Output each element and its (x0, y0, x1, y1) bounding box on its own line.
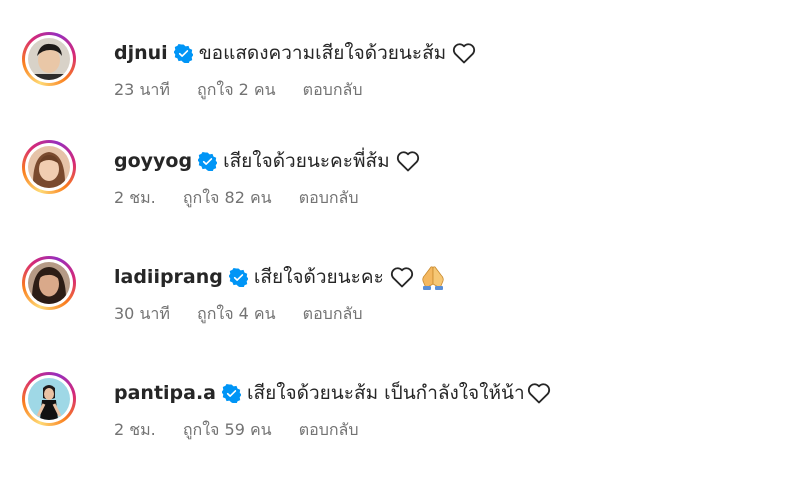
reply-button[interactable]: ตอบกลับ (303, 304, 363, 323)
comment-meta: 2 ชม. ถูกใจ 59 คน ตอบกลับ (114, 418, 381, 443)
comment-body: ladiiprang เสียใจด้วยนะคะ (114, 264, 446, 290)
comment-text: เสียใจด้วยนะคะ (253, 266, 384, 288)
comment-body: goyyog เสียใจด้วยนะคะพี่ส้ม (114, 148, 420, 174)
heart-outline-icon (390, 266, 414, 288)
avatar[interactable] (22, 256, 76, 310)
folded-hands-emoji-icon (420, 264, 446, 290)
heart-outline-icon (452, 42, 476, 64)
comment-body: pantipa.a เสียใจด้วยนะส้ม เป็นกำลังใจให้… (114, 380, 551, 406)
heart-outline-icon (396, 150, 420, 172)
reply-button[interactable]: ตอบกลับ (303, 80, 363, 99)
username-link[interactable]: djnui (114, 42, 168, 64)
comment-item: ladiiprang เสียใจด้วยนะคะ 30 นาที ถูกใจ … (22, 256, 782, 336)
username-link[interactable]: goyyog (114, 150, 192, 172)
comment-time: 30 นาที (114, 304, 170, 323)
verified-badge-icon (197, 151, 218, 172)
comment-body: djnui ขอแสดงความเสียใจด้วยนะส้ม (114, 40, 476, 66)
verified-badge-icon (173, 43, 194, 64)
comment-time: 2 ชม. (114, 188, 156, 207)
comment-item: djnui ขอแสดงความเสียใจด้วยนะส้ม 23 นาที … (22, 32, 782, 112)
comment-time: 23 นาที (114, 80, 170, 99)
comment-item: pantipa.a เสียใจด้วยนะส้ม เป็นกำลังใจให้… (22, 372, 782, 452)
likes-count-link[interactable]: ถูกใจ 59 คน (183, 420, 272, 439)
username-link[interactable]: ladiiprang (114, 266, 223, 288)
username-link[interactable]: pantipa.a (114, 382, 216, 404)
comment-text: ขอแสดงความเสียใจด้วยนะส้ม (198, 42, 447, 64)
heart-outline-icon (527, 382, 551, 404)
reply-button[interactable]: ตอบกลับ (299, 188, 359, 207)
comment-text: เสียใจด้วยนะส้ม เป็นกำลังใจให้น้า (247, 382, 525, 404)
comment-text: เสียใจด้วยนะคะพี่ส้ม (223, 150, 390, 172)
avatar[interactable] (22, 140, 76, 194)
comment-meta: 30 นาที ถูกใจ 4 คน ตอบกลับ (114, 302, 384, 327)
avatar[interactable] (22, 32, 76, 86)
avatar[interactable] (22, 372, 76, 426)
comment-meta: 2 ชม. ถูกใจ 82 คน ตอบกลับ (114, 186, 381, 211)
comment-time: 2 ชม. (114, 420, 156, 439)
likes-count-link[interactable]: ถูกใจ 2 คน (197, 80, 276, 99)
reply-button[interactable]: ตอบกลับ (299, 420, 359, 439)
likes-count-link[interactable]: ถูกใจ 82 คน (183, 188, 272, 207)
verified-badge-icon (228, 267, 249, 288)
comment-meta: 23 นาที ถูกใจ 2 คน ตอบกลับ (114, 78, 384, 103)
comment-item: goyyog เสียใจด้วยนะคะพี่ส้ม 2 ชม. ถูกใจ … (22, 140, 782, 220)
verified-badge-icon (221, 383, 242, 404)
likes-count-link[interactable]: ถูกใจ 4 คน (197, 304, 276, 323)
